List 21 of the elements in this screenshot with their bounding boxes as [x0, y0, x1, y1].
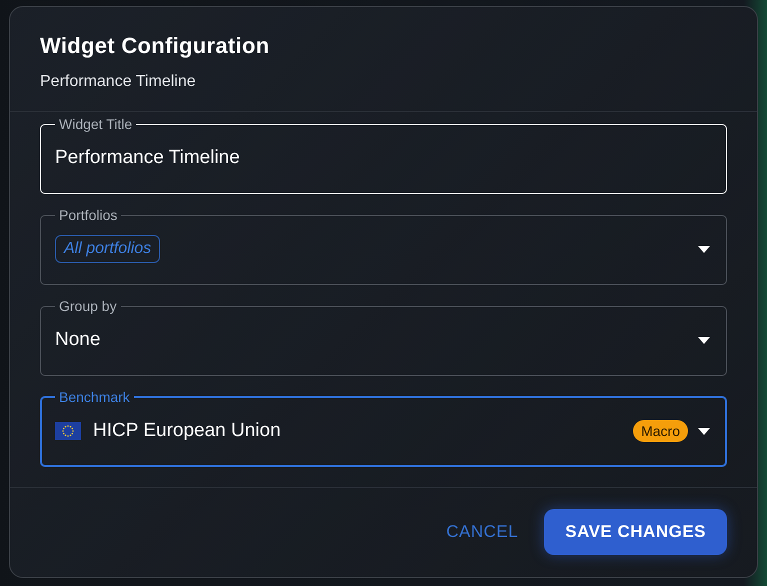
- caret-icon[interactable]: [698, 246, 710, 252]
- field-value: None: [55, 329, 100, 351]
- text-field[interactable]: Widget Title Performance Timeline: [40, 116, 727, 194]
- field-label: Benchmark: [58, 389, 131, 405]
- field-value: HICP European Union: [93, 420, 281, 442]
- portfolio-chip[interactable]: All portfolios: [55, 235, 160, 263]
- field-label: Widget Title: [58, 116, 134, 132]
- caret-icon[interactable]: [698, 428, 710, 434]
- category-badge: Macro: [633, 420, 688, 442]
- caret-icon[interactable]: [698, 336, 710, 344]
- dialog-subtitle: Performance Timeline: [40, 73, 197, 91]
- select-field[interactable]: Group by None: [40, 298, 727, 376]
- field-value: Performance Timeline: [55, 147, 240, 169]
- select-field[interactable]: Benchmark HICP European Union Macro: [40, 389, 727, 467]
- select-field[interactable]: Portfolios All portfolios: [40, 207, 727, 285]
- dialog-title: Widget Configuration: [40, 33, 270, 59]
- cancel-button[interactable]: CANCEL: [440, 512, 524, 552]
- flag-icon: [55, 422, 81, 440]
- field-label: Group by: [58, 298, 118, 314]
- save-button[interactable]: SAVE CHANGES: [544, 509, 727, 555]
- field-label: Portfolios: [58, 207, 118, 223]
